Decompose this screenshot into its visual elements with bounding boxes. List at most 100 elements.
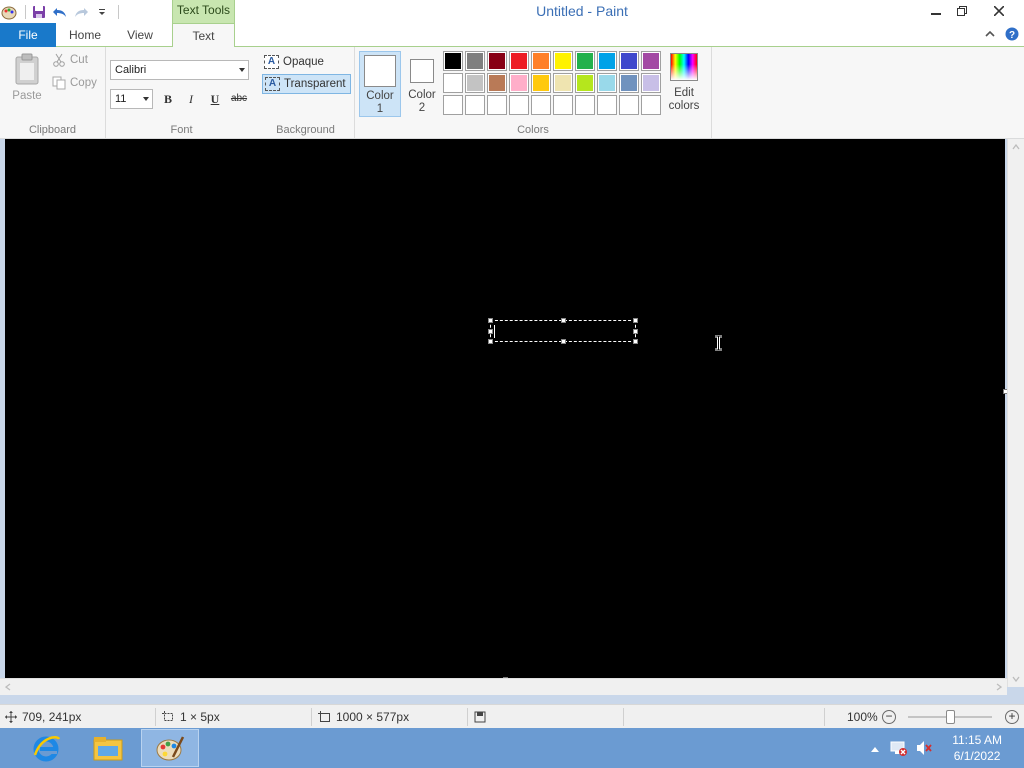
restore-button[interactable] [945,0,979,22]
color1-button[interactable]: Color 1 [359,51,401,117]
paint-app-icon[interactable] [0,3,18,21]
scroll-down-icon[interactable] [1012,676,1020,682]
resize-handle[interactable] [488,329,493,334]
palette-color-swatch[interactable] [487,95,507,115]
tab-home[interactable]: Home [60,23,110,47]
color1-number: 1 [376,103,384,115]
resize-handle[interactable] [488,339,493,344]
background-group-label: Background [276,124,335,136]
palette-color-swatch[interactable] [531,95,551,115]
zoom-out-button[interactable]: − [882,710,896,724]
palette-color-swatch[interactable] [619,51,639,71]
palette-color-swatch[interactable] [553,95,573,115]
zoom-level: 100% [847,710,878,724]
palette-color-swatch[interactable] [575,73,595,93]
horizontal-scrollbar[interactable] [0,678,1007,695]
scissors-icon [53,53,65,67]
opaque-option[interactable]: A Opaque [262,52,328,72]
strikethrough-button[interactable]: abc [229,91,249,107]
italic-button[interactable]: I [182,91,200,107]
resize-handle[interactable] [488,318,493,323]
palette-color-swatch[interactable] [443,73,463,93]
underline-button[interactable]: U [206,91,224,107]
palette-color-swatch[interactable] [509,95,529,115]
palette-color-swatch[interactable] [509,73,529,93]
scroll-right-icon[interactable] [996,683,1002,691]
palette-color-swatch[interactable] [531,51,551,71]
palette-color-swatch[interactable] [465,95,485,115]
status-separator [467,708,468,726]
palette-color-swatch[interactable] [487,51,507,71]
palette-color-swatch[interactable] [509,51,529,71]
palette-color-swatch[interactable] [575,51,595,71]
clock-time: 11:15 AM [952,733,1002,747]
palette-color-swatch[interactable] [553,73,573,93]
palette-color-swatch[interactable] [597,95,617,115]
vertical-scrollbar[interactable] [1007,139,1024,687]
scroll-up-icon[interactable] [1012,144,1020,150]
folder-icon [93,737,123,761]
palette-color-swatch[interactable] [443,95,463,115]
palette-color-swatch[interactable] [465,51,485,71]
bold-button[interactable]: B [159,91,177,107]
palette-color-swatch[interactable] [597,73,617,93]
paste-button[interactable]: Paste [10,53,44,102]
palette-color-swatch[interactable] [465,73,485,93]
tab-text[interactable]: Text [172,23,235,48]
text-tools-context-label: Text Tools [172,0,235,23]
palette-color-swatch[interactable] [641,73,661,93]
resize-handle[interactable] [633,318,638,323]
collapse-ribbon-icon[interactable] [984,28,996,43]
zoom-in-button[interactable]: + [1005,710,1019,724]
drawing-canvas[interactable] [5,139,1005,679]
palette-color-swatch[interactable] [597,51,617,71]
volume-muted-icon[interactable] [915,739,933,760]
ribbon-tabs: File Home View Text ? [0,23,1024,48]
resize-handle[interactable] [633,339,638,344]
resize-handle[interactable] [561,318,566,323]
edit-colors-button[interactable]: Edit colors [666,53,702,113]
text-input-box[interactable] [488,318,638,344]
transparent-label: Transparent [284,78,346,90]
tab-file[interactable]: File [0,23,56,47]
status-separator [824,708,825,726]
network-status-icon[interactable] [890,739,908,760]
help-icon[interactable]: ? [1005,27,1019,44]
palette-color-fill [445,53,461,69]
customize-qat-icon[interactable] [93,3,111,21]
cursor-position-status: 709, 241px [5,705,81,729]
save-icon[interactable] [30,3,48,21]
resize-handle[interactable] [633,329,638,334]
resize-handle[interactable] [561,339,566,344]
scroll-left-icon[interactable] [5,683,11,691]
image-size-value: 1000 × 577px [336,710,410,724]
undo-icon[interactable] [51,3,69,21]
font-size-dropdown[interactable]: 11 [110,89,153,109]
palette-color-swatch[interactable] [553,51,573,71]
palette-color-swatch[interactable] [443,51,463,71]
cut-button[interactable]: Cut [52,53,88,67]
system-clock[interactable]: 11:15 AM 6/1/2022 [952,732,1002,764]
color2-button[interactable]: Color 2 [404,51,440,117]
copy-button[interactable]: Copy [52,76,97,90]
close-button[interactable] [976,0,1022,22]
palette-color-swatch[interactable] [641,51,661,71]
show-hidden-icons-button[interactable] [870,742,880,756]
status-separator [311,708,312,726]
redo-icon[interactable] [72,3,90,21]
file-size-status [474,705,486,729]
paint-taskbar-button[interactable] [141,729,199,767]
zoom-slider-thumb[interactable] [946,710,955,724]
palette-color-swatch[interactable] [487,73,507,93]
internet-explorer-taskbar-button[interactable] [17,729,75,767]
palette-color-swatch[interactable] [619,73,639,93]
tab-view[interactable]: View [115,23,165,47]
palette-color-swatch[interactable] [641,95,661,115]
font-family-dropdown[interactable]: Calibri [110,60,249,80]
transparent-option[interactable]: A Transparent [262,74,351,94]
file-explorer-taskbar-button[interactable] [79,729,137,767]
palette-color-swatch[interactable] [575,95,595,115]
paint-palette-icon [156,736,185,761]
palette-color-swatch[interactable] [531,73,551,93]
palette-color-swatch[interactable] [619,95,639,115]
